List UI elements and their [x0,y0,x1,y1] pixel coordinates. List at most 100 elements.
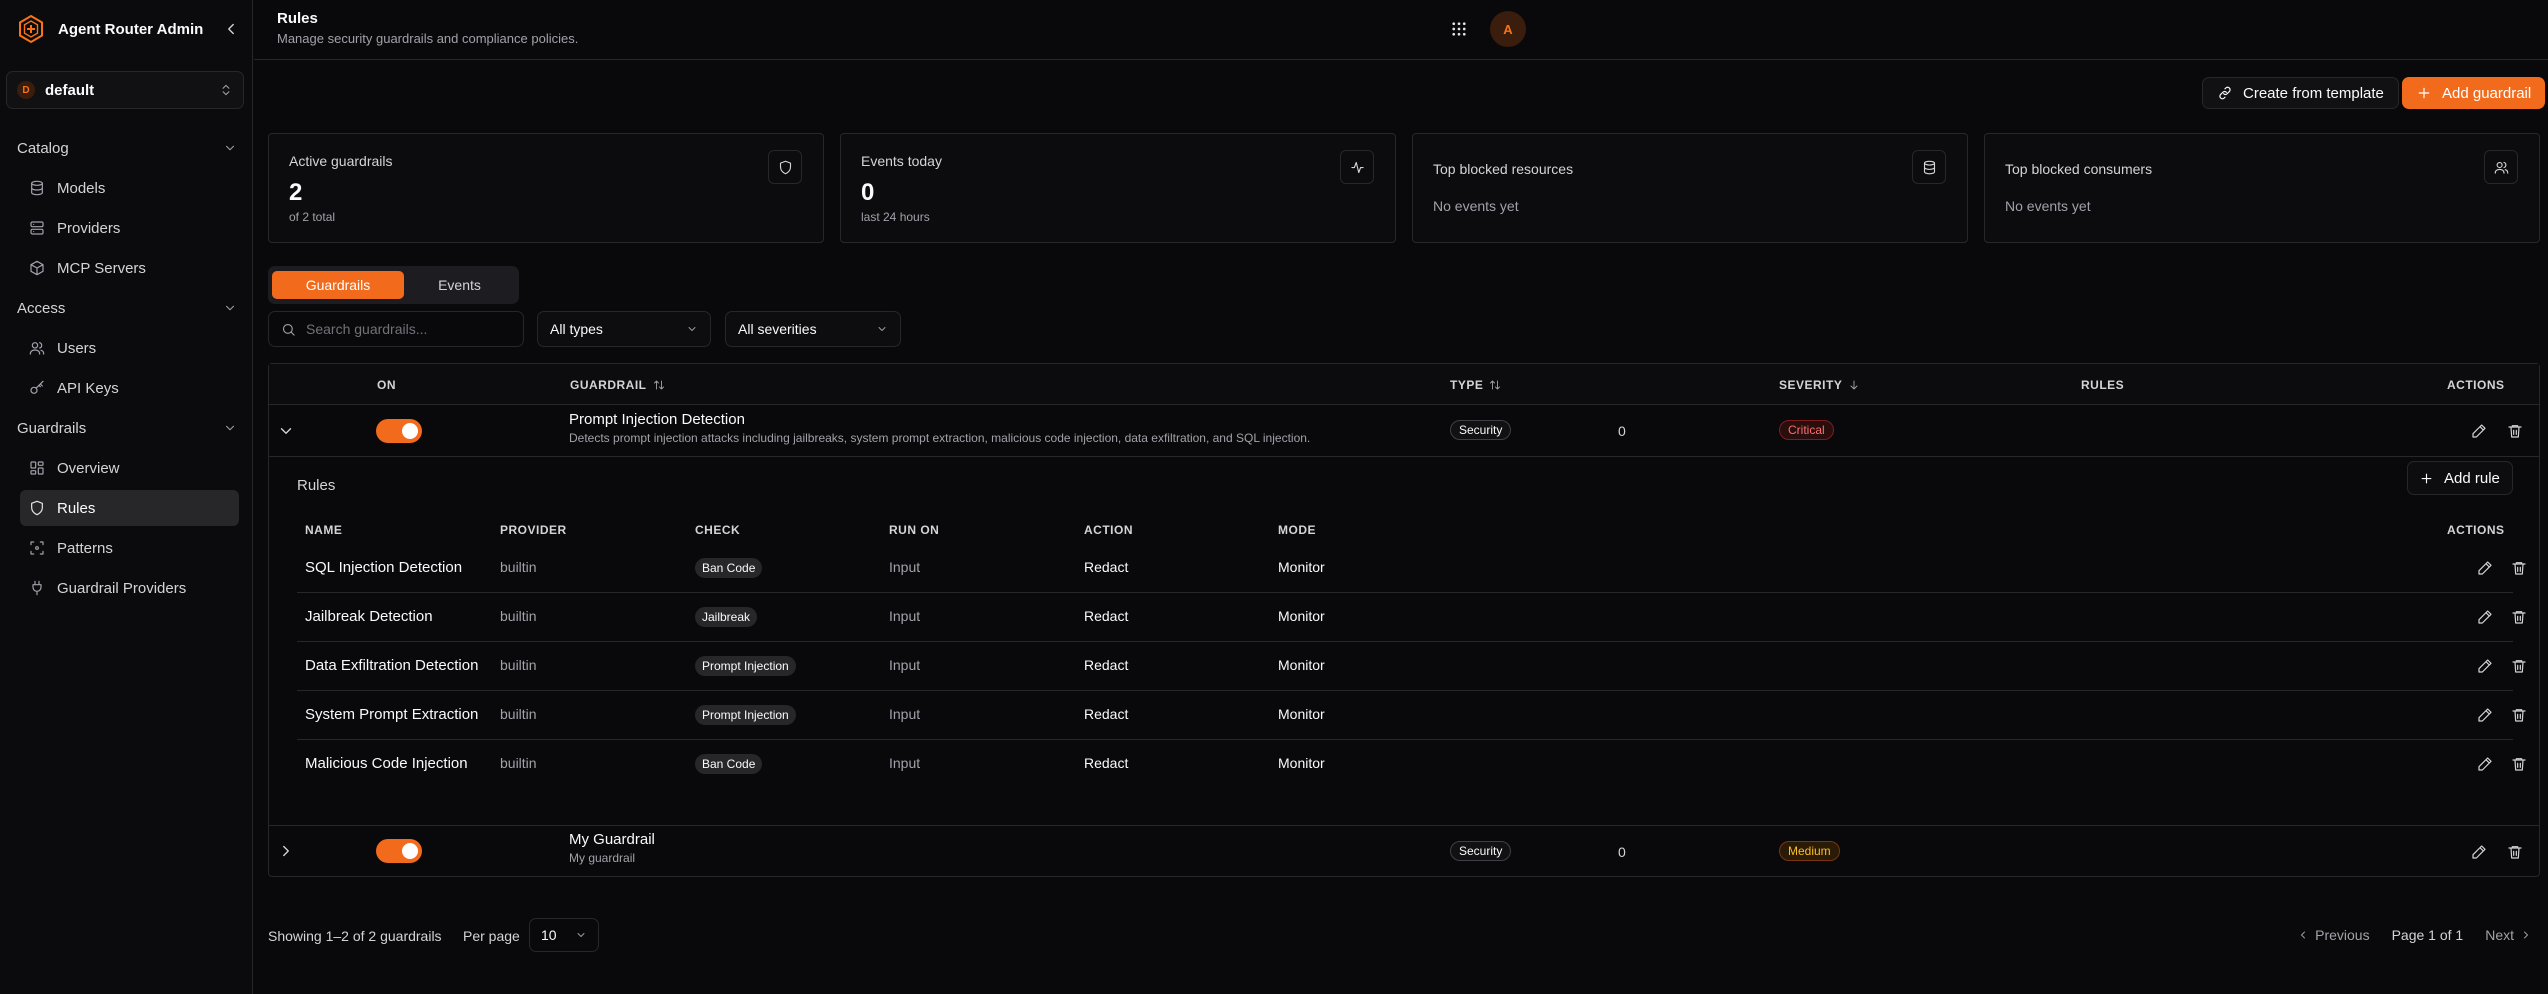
trash-icon[interactable] [2511,707,2527,723]
rule-mode: Monitor [1278,608,1325,624]
key-icon [30,380,44,394]
next-page-button[interactable]: Next [2477,918,2540,952]
view-tabs: Guardrails Events [268,266,519,304]
grid-icon [1452,22,1466,36]
pagination-footer: Showing 1–2 of 2 guardrails Per page 10 … [268,918,2540,954]
rule-action: Redact [1084,755,1129,771]
enabled-toggle[interactable] [376,419,422,443]
chevron-down-icon[interactable] [277,422,295,440]
enabled-toggle[interactable] [376,839,422,863]
rule-check-badge: Ban Code [695,754,763,774]
button-label: Next [2485,927,2514,943]
sidebar-item-providers[interactable]: Providers [20,210,239,246]
trash-icon[interactable] [2511,658,2527,674]
rules-panel-title: Rules [297,477,336,494]
rule-name: System Prompt Extraction [305,706,479,723]
severity-filter-select[interactable]: All severities [725,311,901,347]
button-label: Create from template [2243,84,2384,102]
pencil-icon[interactable] [2477,756,2493,772]
apps-grid-button[interactable] [1445,15,1473,43]
plus-icon [2418,87,2430,99]
rules-column-mode: MODE [1278,523,1316,537]
page-subtitle: Manage security guardrails and complianc… [277,31,579,46]
pencil-icon[interactable] [2477,707,2493,723]
stat-card-active-guardrails: Active guardrails 2 of 2 total [268,133,824,243]
trash-icon[interactable] [2511,756,2527,772]
trash-icon[interactable] [2511,609,2527,625]
page-info: Page 1 of 1 [2391,927,2464,943]
app-title: Agent Router Admin [58,20,204,38]
column-header-actions: ACTIONS [2447,378,2505,392]
search-input[interactable]: Search guardrails... [268,311,524,347]
database-icon [1912,150,1946,184]
sidebar-item-mcp-servers[interactable]: MCP Servers [20,250,239,286]
pencil-icon[interactable] [2471,844,2487,860]
pencil-icon[interactable] [2477,609,2493,625]
table-row: My Guardrail My guardrail Security Mediu… [269,825,2539,877]
workspace-switcher[interactable]: D default [6,71,244,109]
trash-icon[interactable] [2507,844,2523,860]
column-header-guardrail[interactable]: GUARDRAIL [570,378,665,392]
type-filter-select[interactable]: All types [537,311,711,347]
workspace-name: default [45,81,95,99]
sidebar-item-patterns[interactable]: Patterns [20,530,239,566]
rule-mode: Monitor [1278,706,1325,722]
previous-page-button[interactable]: Previous [2289,918,2377,952]
column-header-rules: RULES [2081,378,2125,392]
sidebar-section-access[interactable]: Access [17,296,237,320]
create-from-template-button[interactable]: Create from template [2202,77,2399,109]
pencil-icon[interactable] [2471,423,2487,439]
chevron-right-icon[interactable] [277,842,295,860]
stat-card-events-today: Events today 0 last 24 hours [840,133,1396,243]
chevrons-up-down-icon [222,84,230,96]
sidebar-item-label: Overview [57,459,120,477]
showing-count: Showing 1–2 of 2 guardrails [268,928,442,944]
tab-events[interactable]: Events [404,271,515,299]
stat-card-top-blocked-consumers: Top blocked consumers No events yet [1984,133,2540,243]
rule-run-on: Input [889,755,921,771]
tab-guardrails[interactable]: Guardrails [272,271,404,299]
sidebar-item-rules[interactable]: Rules [20,490,239,526]
stat-title: Top blocked resources [1433,161,1574,177]
trash-icon[interactable] [2511,560,2527,576]
sidebar-item-api-keys[interactable]: API Keys [20,370,239,406]
type-badge: Security [1450,420,1512,440]
sidebar-item-overview[interactable]: Overview [20,450,239,486]
sidebar-item-models[interactable]: Models [20,170,239,206]
sidebar-section-guardrails[interactable]: Guardrails [17,416,237,440]
pencil-icon[interactable] [2477,658,2493,674]
rule-row: Data Exfiltration Detection builtin Prom… [297,642,2526,691]
rule-run-on: Input [889,657,921,673]
sidebar-item-guardrail-providers[interactable]: Guardrail Providers [20,570,239,606]
rule-row: Jailbreak Detection builtin Jailbreak In… [297,593,2526,642]
sidebar-item-users[interactable]: Users [20,330,239,366]
button-label: Add rule [2444,469,2500,487]
section-label: Access [17,299,66,317]
rules-column-name: NAME [305,523,343,537]
rule-action: Redact [1084,657,1129,673]
add-rule-button[interactable]: Add rule [2407,461,2513,495]
severity-badge: Critical [1779,420,1834,440]
trash-icon[interactable] [2507,423,2523,439]
rule-action: Redact [1084,559,1129,575]
shield-icon [768,150,802,184]
column-header-severity[interactable]: SEVERITY [1779,378,1860,392]
add-guardrail-button[interactable]: Add guardrail [2402,77,2546,109]
stat-subtext: last 24 hours [861,210,930,224]
column-label: GUARDRAIL [570,378,647,392]
per-page-select[interactable]: 10 [529,918,599,952]
select-value: All severities [738,321,817,337]
sidebar-item-label: Rules [57,499,96,517]
column-header-type[interactable]: TYPE [1450,378,1501,392]
guardrail-name: My Guardrail [569,831,655,848]
chevron-down-icon [225,145,235,151]
rule-mode: Monitor [1278,657,1325,673]
pencil-icon[interactable] [2477,560,2493,576]
collapse-sidebar-icon[interactable] [222,20,240,38]
sidebar-section-catalog[interactable]: Catalog [17,136,237,160]
rule-row: System Prompt Extraction builtin Prompt … [297,691,2526,740]
chevron-down-icon [225,305,235,311]
rule-run-on: Input [889,706,921,722]
stat-card-top-blocked-resources: Top blocked resources No events yet [1412,133,1968,243]
user-avatar[interactable]: A [1490,11,1526,47]
